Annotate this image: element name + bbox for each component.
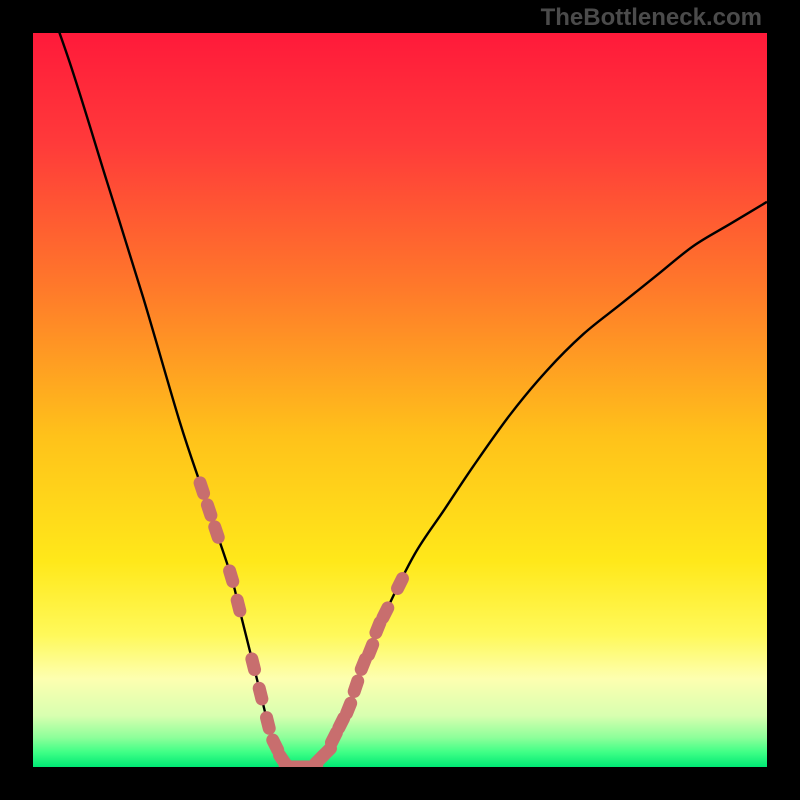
curve-marker: [259, 710, 277, 736]
curve-marker: [192, 475, 212, 502]
curve-marker: [199, 497, 219, 524]
curve-layer: [33, 33, 767, 767]
curve-marker: [229, 592, 247, 618]
plot-area: [33, 33, 767, 767]
marker-band-left: [192, 475, 277, 737]
curve-marker: [251, 680, 269, 706]
curve-marker: [207, 519, 227, 546]
bottleneck-curve: [33, 33, 767, 767]
curve-marker: [244, 651, 262, 677]
chart-frame: TheBottleneck.com: [0, 0, 800, 800]
curve-marker: [346, 673, 366, 700]
curve-marker: [222, 563, 241, 590]
curve-marker: [389, 570, 411, 597]
marker-band-right: [323, 570, 411, 751]
watermark-text: TheBottleneck.com: [541, 4, 762, 32]
